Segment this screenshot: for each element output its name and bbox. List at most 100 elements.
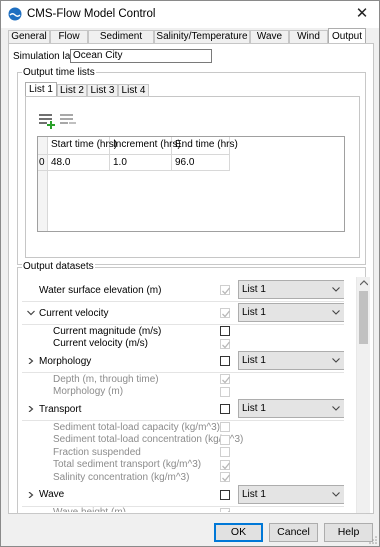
dataset-checkbox[interactable] xyxy=(220,404,230,414)
cell-end-time[interactable]: 96.0 xyxy=(172,155,230,171)
time-list-select[interactable]: List 1 xyxy=(238,351,344,370)
dataset-name: Salinity concentration (kg/m^3) xyxy=(53,471,190,483)
dataset-row: Fraction suspended xyxy=(22,446,344,458)
time-list-select-value: List 1 xyxy=(242,284,266,295)
chevron-down-icon xyxy=(332,491,340,497)
dataset-row: Morphology (m) xyxy=(22,386,344,398)
dataset-name: Wave xyxy=(39,489,65,500)
tab-sediment-transport[interactable]: Sediment Transport xyxy=(88,30,154,54)
table-corner xyxy=(38,137,48,155)
collapsed-chevron-icon[interactable] xyxy=(27,406,35,412)
dataset-name: Total sediment transport (kg/m^3) xyxy=(53,459,202,471)
dataset-checkbox xyxy=(220,374,231,385)
row-header-empty xyxy=(38,171,48,231)
dataset-name: Morphology (m) xyxy=(53,386,124,398)
simulation-label-input[interactable]: Ocean City xyxy=(70,49,212,63)
dialog-window: CMS-Flow Model Control ✕ General Flow Sedi… xyxy=(0,0,380,547)
dataset-checkbox[interactable] xyxy=(220,489,230,500)
collapsed-chevron-icon[interactable] xyxy=(27,358,35,364)
dataset-checkbox xyxy=(220,434,230,445)
collapsed-chevron-icon[interactable] xyxy=(27,491,35,498)
chevron-down-icon xyxy=(332,406,340,411)
column-header-increment: Increment (hrs) xyxy=(110,137,181,155)
dataset-row: Salinity concentration (kg/m^3) xyxy=(22,471,344,483)
time-list-table: Start time (hrs) Increment (hrs) End tim… xyxy=(37,136,345,232)
time-list-tab-1[interactable]: List 1 xyxy=(25,82,57,97)
dataset-row: Sediment total-load capacity (kg/m^3) xyxy=(22,421,344,433)
dataset-name: Water surface elevation (m) xyxy=(39,284,162,296)
scroll-up-icon[interactable] xyxy=(360,280,368,286)
column-header-start: Start time (hrs) xyxy=(48,137,117,155)
tab-general[interactable]: General xyxy=(8,30,50,43)
dataset-name: Fraction suspended xyxy=(53,446,141,458)
tab-wave[interactable]: Wave xyxy=(250,30,289,43)
dataset-name: Current velocity xyxy=(39,307,109,319)
dataset-row: Current magnitude (m/s) xyxy=(22,325,344,337)
output-datasets-tree: Water surface elevation (m) List 1 Current… xyxy=(22,277,344,512)
tab-salinity-temperature[interactable]: Salinity/Temperature xyxy=(154,30,250,43)
resize-grip-icon[interactable] xyxy=(369,536,377,544)
dataset-checkbox xyxy=(220,447,230,458)
app-icon xyxy=(8,7,22,21)
help-button[interactable]: Help xyxy=(324,523,373,542)
tab-flow[interactable]: Flow xyxy=(50,30,88,43)
dataset-name: Sediment total-load concentration (kg/m^… xyxy=(53,434,244,446)
dataset-row: Current velocity (m/s) xyxy=(22,338,344,350)
dataset-checkbox xyxy=(220,459,231,470)
cell-increment[interactable]: 1.0 xyxy=(110,155,172,171)
time-list-select-value: List 1 xyxy=(242,488,266,500)
dataset-checkbox xyxy=(220,507,231,512)
remove-row-icon[interactable] xyxy=(60,113,77,129)
time-list-select-value: List 1 xyxy=(242,355,266,366)
time-list-select[interactable]: List 1 xyxy=(238,484,344,504)
dataset-group-row: Current velocity List 1 xyxy=(22,302,344,324)
dataset-checkbox xyxy=(220,285,231,295)
dataset-group-row: Morphology List 1 xyxy=(22,350,344,372)
close-icon[interactable]: ✕ xyxy=(351,5,373,23)
dataset-checkbox[interactable] xyxy=(220,356,230,366)
chevron-down-icon xyxy=(332,310,340,315)
time-list-select-value: List 1 xyxy=(242,307,266,318)
tab-wind[interactable]: Wind xyxy=(289,30,328,43)
dataset-group-row: Water surface elevation (m) List 1 xyxy=(22,279,344,301)
dataset-name: Current velocity (m/s) xyxy=(53,338,149,350)
dataset-row: Wave height (m) xyxy=(22,506,344,512)
dataset-checkbox xyxy=(220,422,230,433)
ok-button[interactable]: OK xyxy=(214,523,263,542)
dataset-row: Total sediment transport (kg/m^3) xyxy=(22,459,344,471)
dataset-row: Depth (m, through time) xyxy=(22,373,344,385)
chevron-down-icon xyxy=(332,358,340,363)
dataset-group-row: Transport List 1 xyxy=(22,398,344,420)
output-datasets-title: Output datasets xyxy=(22,261,95,272)
time-list-select[interactable]: List 1 xyxy=(238,399,344,418)
output-time-lists-title: Output time lists xyxy=(22,67,96,78)
time-list-select[interactable]: List 1 xyxy=(238,303,344,322)
dataset-group-row: Wave List 1 xyxy=(22,484,344,506)
scroll-thumb[interactable] xyxy=(359,291,368,344)
dataset-name: Wave height (m) xyxy=(53,506,126,512)
row-index: 0 xyxy=(38,155,48,171)
dataset-checkbox xyxy=(220,386,230,397)
dataset-name: Current magnitude (m/s) xyxy=(53,325,162,337)
datasets-scrollbar[interactable] xyxy=(356,277,370,513)
chevron-down-icon xyxy=(332,287,340,292)
dataset-name: Morphology xyxy=(39,355,92,367)
dataset-row: Sediment total-load concentration (kg/m^… xyxy=(22,434,344,446)
dataset-name: Depth (m, through time) xyxy=(53,373,159,385)
dataset-checkbox xyxy=(220,308,231,318)
dataset-checkbox xyxy=(220,472,231,483)
dataset-name: Transport xyxy=(39,403,82,415)
title-bar: CMS-Flow Model Control ✕ xyxy=(1,1,379,28)
add-row-icon[interactable] xyxy=(39,113,56,129)
cell-start-time[interactable]: 48.0 xyxy=(48,155,110,171)
window-title: CMS-Flow Model Control xyxy=(27,8,156,20)
dataset-name: Sediment total-load capacity (kg/m^3) xyxy=(53,421,220,433)
dataset-checkbox[interactable] xyxy=(220,326,230,337)
tab-output[interactable]: Output xyxy=(328,28,366,44)
time-list-select[interactable]: List 1 xyxy=(238,280,344,299)
dataset-checkbox xyxy=(220,338,231,349)
time-list-select-value: List 1 xyxy=(242,403,266,414)
cancel-button[interactable]: Cancel xyxy=(269,523,318,542)
expanded-chevron-icon[interactable] xyxy=(27,310,35,316)
column-header-end: End time (hrs) xyxy=(172,137,238,155)
